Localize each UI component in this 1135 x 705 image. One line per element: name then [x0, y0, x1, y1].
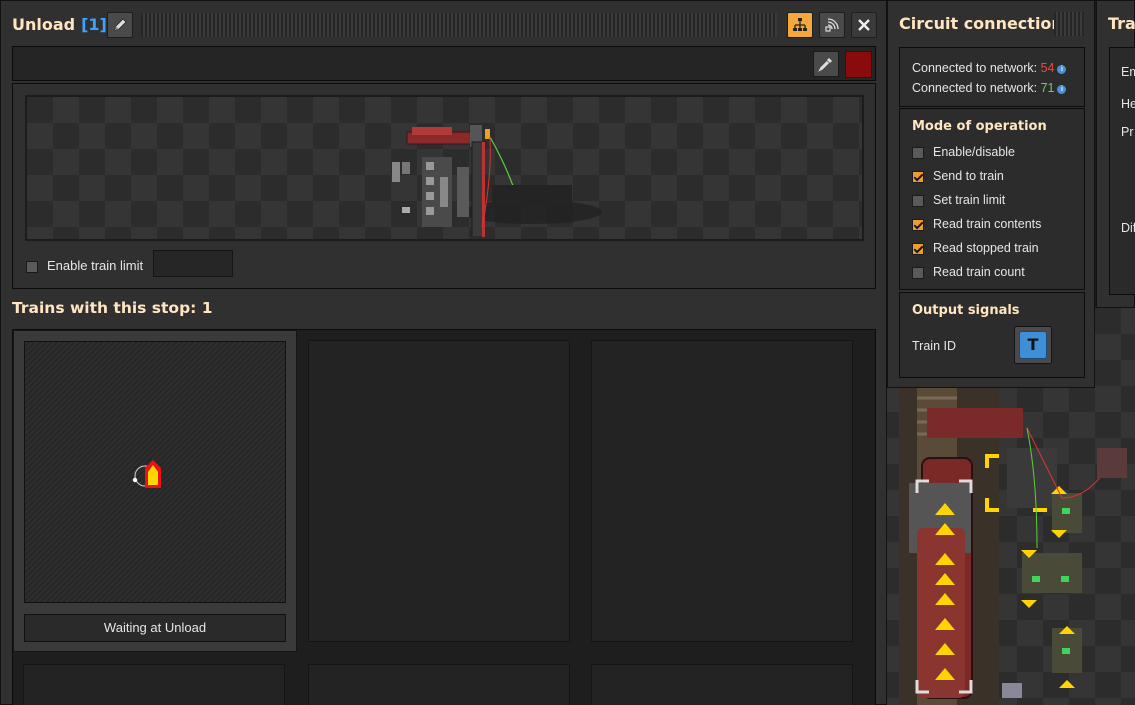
station-preview[interactable] [25, 95, 864, 241]
train-stop-window: Unload [1] Enable train limit Trains wit… [0, 0, 887, 705]
logistic-network-button[interactable] [819, 12, 845, 38]
station-toolbar [12, 46, 876, 81]
mode-label: Send to train [933, 169, 1004, 183]
connected-label: Connected to network: [912, 81, 1038, 95]
close-icon [858, 19, 870, 31]
empty-train-slot [591, 340, 853, 642]
train-id-signal-slot[interactable]: T [1014, 326, 1052, 364]
color-picker-button[interactable] [813, 51, 839, 77]
info-icon[interactable]: i [1057, 85, 1067, 94]
drag-handle[interactable] [141, 13, 777, 37]
mode-label: Read train contents [933, 217, 1042, 231]
green-network-row: Connected to network: 71 i [912, 81, 1067, 95]
empty-train-slot [23, 664, 285, 705]
mode-checkbox[interactable] [912, 267, 924, 279]
empty-train-slot [308, 664, 570, 705]
circuit-drag-handle[interactable] [1054, 12, 1084, 36]
output-title: Output signals [912, 303, 1020, 318]
mode-title: Mode of operation [912, 119, 1047, 134]
train-marker-icon [132, 460, 161, 488]
mode-label: Read train count [933, 265, 1025, 279]
mode-label: Set train limit [933, 193, 1006, 207]
circuit-network-button[interactable] [787, 12, 813, 38]
eyedropper-icon [818, 58, 832, 72]
close-button[interactable] [851, 12, 877, 38]
mode-checkbox[interactable] [912, 171, 924, 183]
train-panel-partial: Tra Em He Pr Dif [1096, 0, 1135, 308]
right-row-label: Dif [1121, 221, 1135, 235]
pencil-icon [114, 18, 127, 31]
station-preview-panel: Enable train limit [12, 83, 876, 289]
trains-grid: Waiting at Unload [12, 329, 876, 705]
trains-heading: Trains with this stop: 1 [12, 299, 213, 317]
window-titlebar[interactable]: Unload [1] [1, 7, 888, 43]
mode-label: Enable/disable [933, 145, 1016, 159]
network-icon [793, 18, 807, 31]
station-color-swatch[interactable] [845, 51, 872, 78]
red-network-row: Connected to network: 54 i [912, 61, 1067, 75]
empty-train-slot [591, 664, 853, 705]
empty-train-slot [308, 340, 570, 642]
mode-checkbox[interactable] [912, 219, 924, 231]
mode-checkbox[interactable] [912, 147, 924, 159]
window-title: Unload [1] [12, 15, 107, 34]
enable-train-limit-label: Enable train limit [47, 258, 144, 273]
train-id-label: Train ID [912, 339, 956, 353]
station-count: [1] [81, 15, 107, 34]
enable-train-limit-checkbox[interactable] [26, 261, 38, 273]
signal-icon [825, 18, 839, 32]
train-limit-input[interactable] [153, 250, 233, 277]
output-signals-panel: Output signals Train ID T [899, 292, 1085, 378]
red-network-id: 54 [1040, 61, 1055, 75]
mode-of-operation-panel: Mode of operation Enable/disable Send to … [899, 108, 1085, 290]
green-network-id: 71 [1040, 81, 1055, 95]
train-stop-entity-image [392, 125, 602, 237]
right-row-label: Pr [1121, 125, 1134, 139]
right-panel-title: Tra [1108, 14, 1135, 33]
rename-button[interactable] [107, 12, 133, 38]
info-icon[interactable]: i [1057, 65, 1067, 74]
connected-label: Connected to network: [912, 61, 1038, 75]
mode-label: Read stopped train [933, 241, 1039, 255]
mode-checkbox[interactable] [912, 195, 924, 207]
mode-checkbox[interactable] [912, 243, 924, 255]
train-card[interactable]: Waiting at Unload [13, 330, 297, 652]
right-panel-body: Em He Pr Dif [1109, 47, 1135, 295]
network-status-panel: Connected to network: 54 i Connected to n… [899, 47, 1085, 107]
circuit-title: Circuit connection [899, 14, 1063, 33]
circuit-connection-window: Circuit connection Connected to network:… [887, 0, 1095, 388]
right-row-label: Em [1121, 65, 1135, 79]
right-row-label: He [1121, 97, 1135, 111]
station-name: Unload [12, 15, 76, 34]
train-minimap[interactable] [24, 341, 286, 603]
signal-t-icon: T [1019, 331, 1047, 359]
train-status-label: Waiting at Unload [24, 614, 286, 642]
